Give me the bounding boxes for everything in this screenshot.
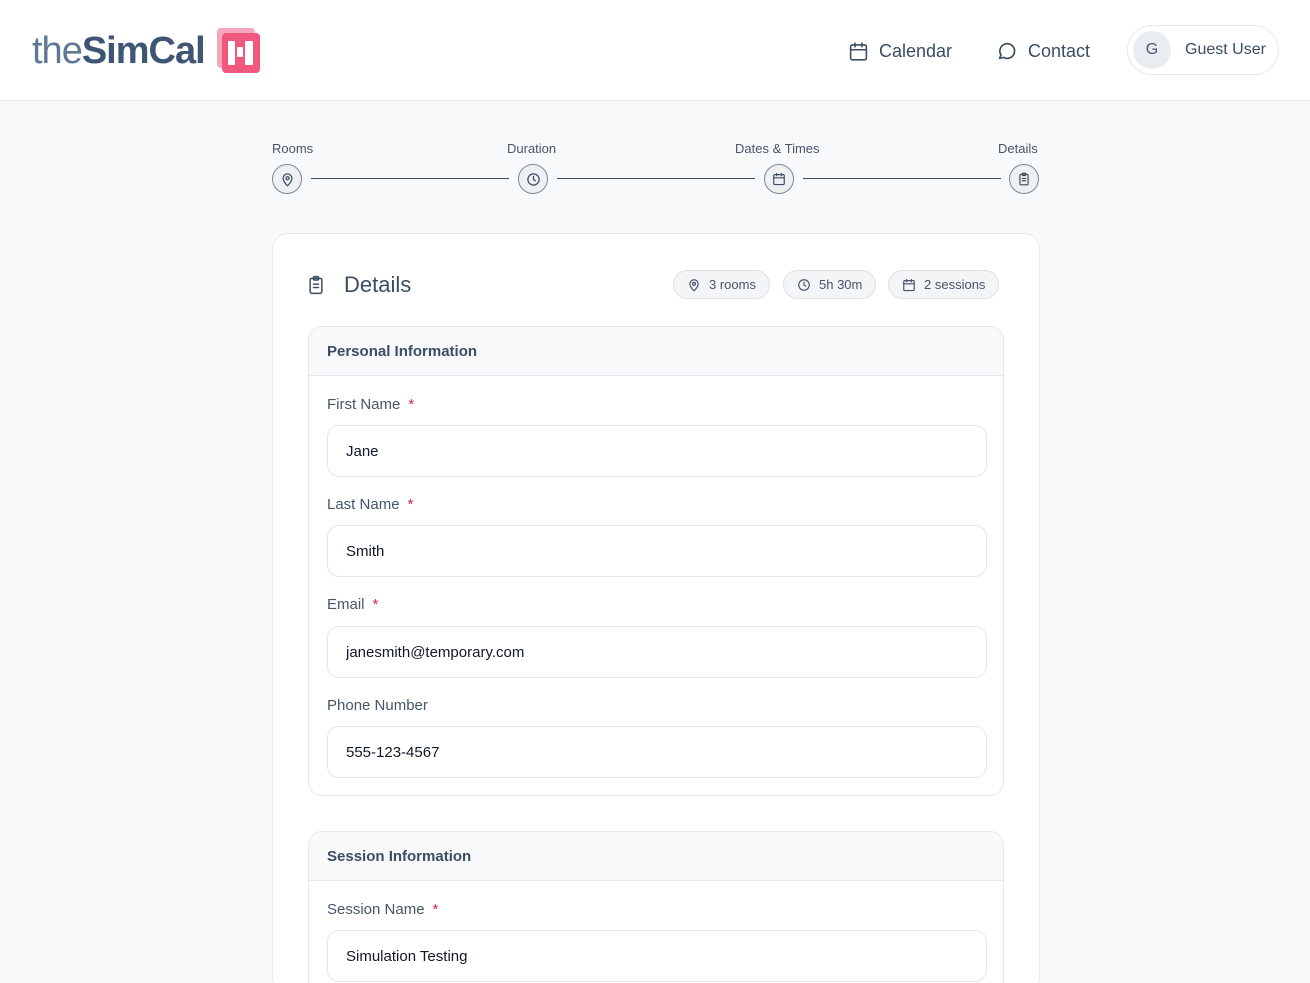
card-title: Details — [306, 270, 411, 300]
phone-number-input[interactable] — [327, 726, 987, 778]
last-name-label-text: Last Name — [327, 496, 400, 513]
email-label-text: Email — [327, 596, 365, 613]
session-information-section: Session Information Session Name * — [308, 831, 1004, 983]
duration-chip-label: 5h 30m — [819, 277, 863, 292]
sessions-chip-label: 2 sessions — [924, 277, 986, 292]
step-dates-times[interactable] — [764, 164, 794, 194]
last-name-input[interactable] — [327, 525, 987, 577]
nav-contact-label: Contact — [1028, 40, 1091, 61]
step-details[interactable] — [1009, 164, 1039, 194]
required-marker: * — [372, 596, 379, 613]
user-name: Guest User — [1185, 41, 1266, 58]
chat-bubble-icon — [998, 42, 1016, 60]
top-header: theSimCal Calendar Contact G Guest User — [0, 0, 1310, 101]
step-connector — [803, 178, 1001, 179]
step-duration[interactable] — [518, 164, 548, 194]
step-label-details: Details — [998, 141, 1038, 156]
first-name-label: First Name * — [327, 396, 414, 413]
user-menu-button[interactable]: G Guest User — [1127, 25, 1279, 75]
logo-the: the — [32, 30, 83, 72]
clock-icon — [526, 172, 540, 186]
session-name-label: Session Name * — [327, 901, 438, 918]
logo-text: theSimCal — [32, 30, 206, 72]
session-information-heading: Session Information — [309, 832, 1003, 881]
required-marker: * — [407, 496, 414, 513]
required-marker: * — [432, 901, 439, 918]
step-connector — [557, 178, 755, 179]
step-rooms[interactable] — [272, 164, 302, 194]
nav-calendar-label: Calendar — [879, 40, 953, 61]
session-name-label-text: Session Name — [327, 901, 425, 918]
rooms-chip-label: 3 rooms — [709, 277, 756, 292]
clipboard-icon — [309, 275, 323, 295]
step-connector — [311, 178, 509, 179]
personal-information-heading: Personal Information — [309, 327, 1003, 376]
session-name-input[interactable] — [327, 930, 987, 982]
logo-brand: SimCal — [81, 30, 206, 72]
email-label: Email * — [327, 596, 378, 613]
required-marker: * — [408, 396, 415, 413]
calendar-icon — [773, 172, 785, 186]
step-label-dates-times: Dates & Times — [735, 141, 820, 156]
nav-contact-link[interactable]: Contact — [996, 38, 1090, 64]
step-label-duration: Duration — [507, 141, 557, 156]
nav-calendar-link[interactable]: Calendar — [848, 38, 952, 64]
map-pin-icon — [689, 278, 699, 291]
clock-icon — [798, 278, 810, 291]
email-field[interactable] — [327, 626, 987, 678]
sessions-chip: 2 sessions — [888, 270, 1000, 299]
first-name-label-text: First Name — [327, 396, 401, 413]
avatar: G — [1133, 31, 1171, 69]
step-label-rooms: Rooms — [272, 141, 314, 156]
phone-number-label: Phone Number — [327, 697, 428, 714]
rooms-chip: 3 rooms — [673, 270, 770, 299]
personal-information-section: Personal Information First Name * Last Na… — [308, 326, 1004, 796]
first-name-input[interactable] — [327, 425, 987, 477]
calendar-icon — [849, 41, 868, 61]
map-pin-icon — [282, 172, 292, 186]
calendar-icon — [903, 278, 915, 291]
last-name-label: Last Name * — [327, 496, 413, 513]
logo[interactable]: theSimCal — [32, 28, 261, 74]
phone-number-label-text: Phone Number — [327, 697, 428, 714]
card-title-text: Details — [344, 272, 412, 297]
logo-mark-icon — [216, 28, 261, 74]
duration-chip: 5h 30m — [783, 270, 877, 299]
clipboard-icon — [1019, 172, 1029, 186]
